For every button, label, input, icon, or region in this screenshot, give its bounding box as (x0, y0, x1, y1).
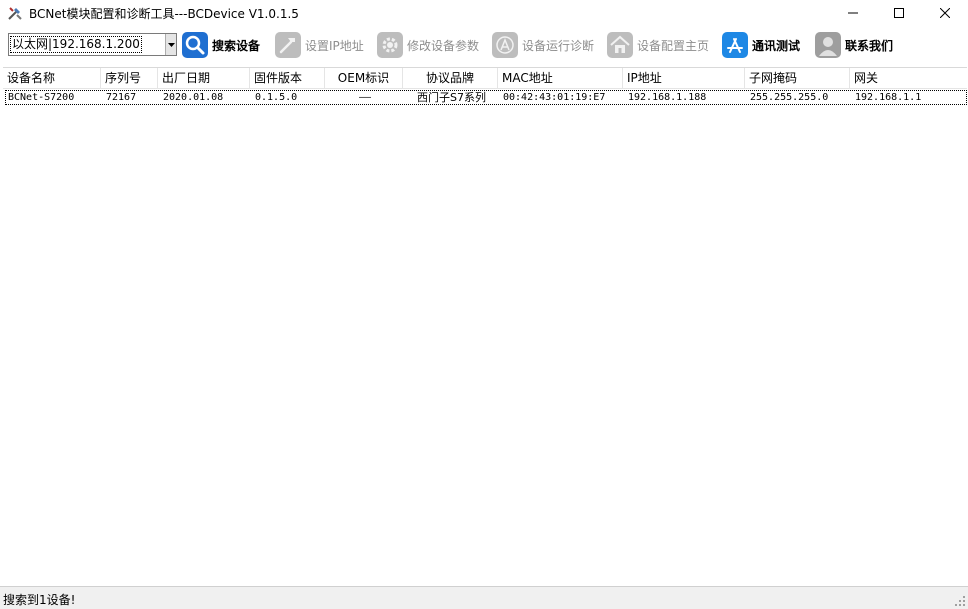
cell-firmware: 0.1.5.0 (255, 92, 298, 103)
search-device-label: 搜索设备 (212, 38, 261, 53)
modify-params-label: 修改设备参数 (407, 38, 480, 53)
run-diagnosis-label: 设备运行诊断 (522, 38, 595, 53)
resize-grip-icon[interactable] (954, 595, 966, 607)
diagnose-icon (492, 32, 518, 58)
cell-oem: —— (358, 92, 372, 103)
device-table[interactable]: 设备名称 序列号 出厂日期 固件版本 OEM标识 协议品牌 MAC地址 IP地址… (3, 67, 967, 585)
chevron-down-icon (167, 42, 175, 47)
cell-protocol-brand: 西门子S7系列 (417, 91, 486, 104)
table-row[interactable]: BCNet-S7200 72167 2020.01.08 0.1.5.0 —— … (5, 90, 967, 105)
gear-icon (377, 32, 403, 58)
search-icon (182, 32, 208, 58)
contact-us-button[interactable]: 联系我们 (814, 30, 893, 60)
window-controls (830, 0, 968, 26)
col-gateway[interactable]: 网关 (850, 68, 967, 89)
cell-subnet: 255.255.255.0 (750, 92, 829, 103)
set-ip-button[interactable]: 设置IP地址 (274, 30, 364, 60)
col-oem[interactable]: OEM标识 (325, 68, 403, 89)
table-header: 设备名称 序列号 出厂日期 固件版本 OEM标识 协议品牌 MAC地址 IP地址… (3, 68, 967, 89)
hammer-icon (275, 32, 301, 58)
status-text: 搜索到1设备! (3, 593, 76, 607)
title-bar: BCNet模块配置和诊断工具---BCDevice V1.0.1.5 (0, 0, 968, 26)
col-ip[interactable]: IP地址 (623, 68, 745, 89)
app-store-icon (722, 32, 748, 58)
run-diagnosis-button[interactable]: 设备运行诊断 (491, 30, 594, 60)
cell-mac: 00:42:43:01:19:E7 (503, 92, 606, 103)
col-subnet[interactable]: 子网掩码 (745, 68, 850, 89)
cell-gateway: 192.168.1.1 (855, 92, 922, 103)
connection-dropdown-button[interactable] (165, 34, 176, 55)
connection-value-text: 以太网|192.168.1.200 (10, 36, 142, 53)
maximize-button[interactable] (876, 0, 922, 26)
window-title: BCNet模块配置和诊断工具---BCDevice V1.0.1.5 (29, 6, 299, 21)
comm-test-label: 通讯测试 (752, 38, 801, 53)
config-home-button[interactable]: 设备配置主页 (606, 30, 709, 60)
comm-test-button[interactable]: 通讯测试 (721, 30, 800, 60)
close-icon (940, 8, 950, 18)
col-protocol-brand[interactable]: 协议品牌 (403, 68, 498, 89)
cell-device-name: BCNet-S7200 (8, 92, 75, 103)
cell-ip: 192.168.1.188 (628, 92, 707, 103)
cell-serial: 72167 (106, 92, 137, 103)
toolbar: 以太网|192.168.1.200 搜索设备 设置IP地址 修改设备参数 设备运… (0, 27, 968, 63)
col-serial[interactable]: 序列号 (101, 68, 158, 89)
col-mac[interactable]: MAC地址 (498, 68, 623, 89)
set-ip-label: 设置IP地址 (305, 38, 364, 53)
tools-icon (8, 7, 22, 20)
modify-params-button[interactable]: 修改设备参数 (376, 30, 479, 60)
contact-person-icon (815, 32, 841, 58)
col-device-name[interactable]: 设备名称 (3, 68, 101, 89)
connection-select[interactable]: 以太网|192.168.1.200 (8, 33, 177, 56)
config-home-label: 设备配置主页 (637, 38, 710, 53)
search-device-button[interactable]: 搜索设备 (181, 30, 260, 60)
minimize-icon (848, 12, 858, 14)
status-bar: 搜索到1设备! (0, 586, 968, 609)
connection-value[interactable]: 以太网|192.168.1.200 (9, 34, 165, 55)
maximize-icon (894, 8, 904, 18)
contact-us-label: 联系我们 (845, 38, 894, 53)
cell-factory-date: 2020.01.08 (163, 92, 224, 103)
col-firmware[interactable]: 固件版本 (250, 68, 325, 89)
minimize-button[interactable] (830, 0, 876, 26)
close-button[interactable] (922, 0, 968, 26)
home-icon (607, 32, 633, 58)
col-factory-date[interactable]: 出厂日期 (158, 68, 250, 89)
